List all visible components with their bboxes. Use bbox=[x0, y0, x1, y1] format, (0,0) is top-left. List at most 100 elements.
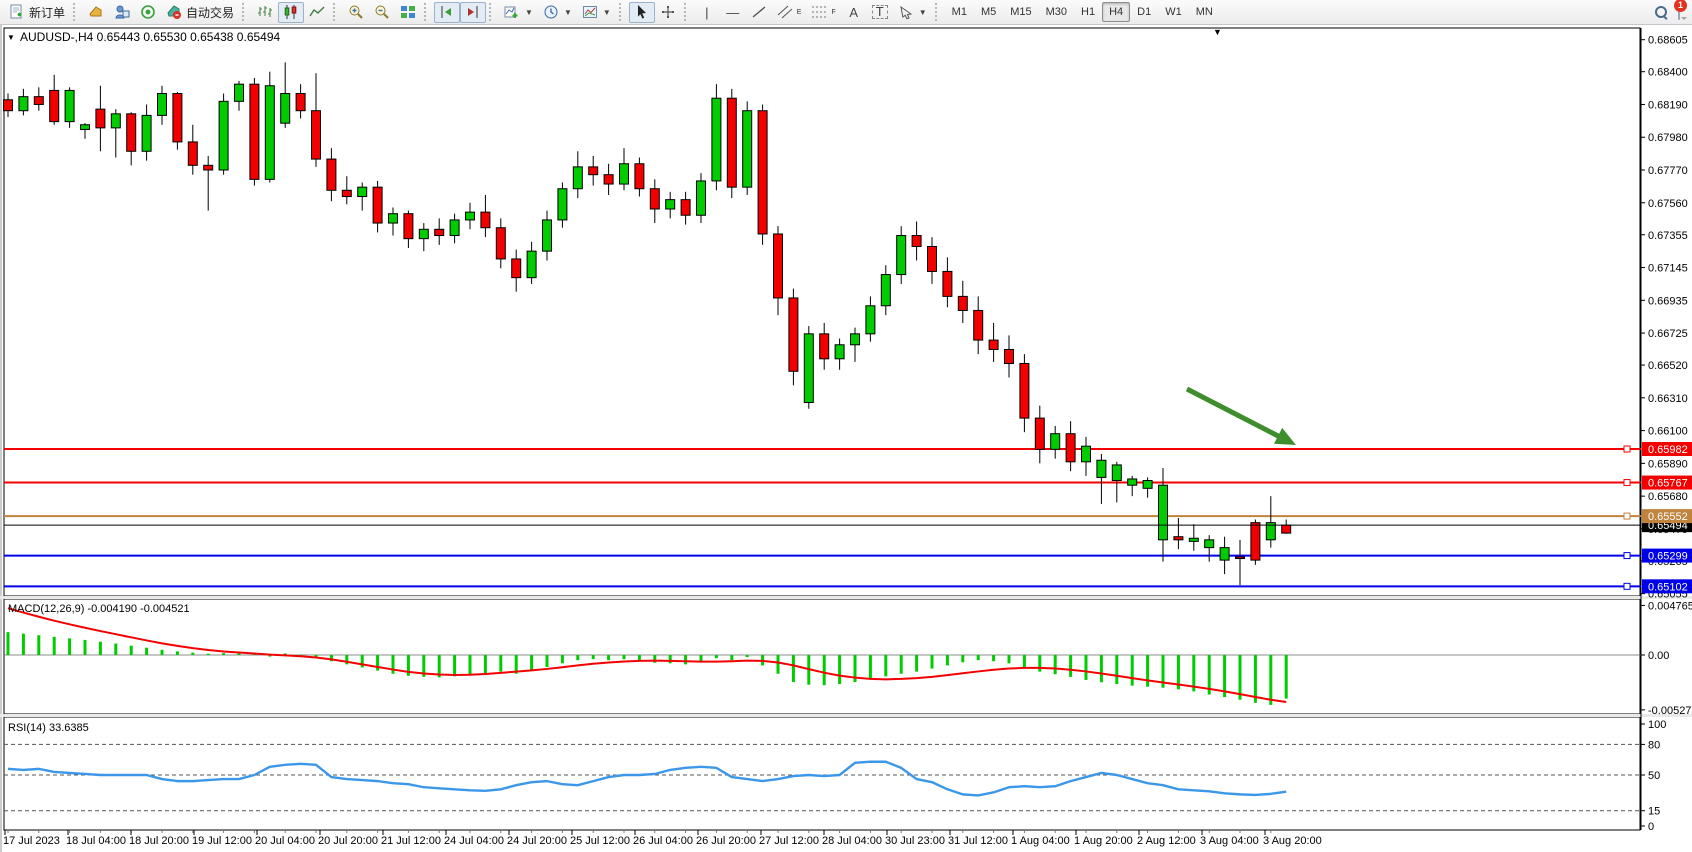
cursor-tool-button[interactable] bbox=[629, 2, 655, 23]
price-tick-label: 0.65890 bbox=[1648, 458, 1688, 470]
main-toolbar: 新订单 自动交易 ▼ ▼ ▼ | — E F A T bbox=[0, 0, 1692, 25]
time-axis-label: 18 Jul 20:00 bbox=[129, 835, 189, 847]
timeframe-button-m5[interactable]: M5 bbox=[974, 2, 1003, 22]
new-order-label: 新订单 bbox=[29, 4, 65, 21]
pane-splitter[interactable] bbox=[0, 714, 1692, 717]
candle bbox=[712, 84, 721, 190]
price-chart-canvas[interactable]: 0.686050.684000.681900.679800.677700.675… bbox=[0, 25, 1692, 852]
crosshair-tool-button[interactable] bbox=[655, 2, 681, 23]
pane-splitter[interactable] bbox=[0, 596, 1692, 599]
timeframe-button-h4[interactable]: H4 bbox=[1102, 2, 1130, 22]
chart-window[interactable]: 0.686050.684000.681900.679800.677700.675… bbox=[0, 25, 1692, 852]
level-price-label: 0.65767 bbox=[1648, 478, 1688, 490]
line-chart-type-button[interactable] bbox=[304, 2, 330, 23]
auto-scroll-button[interactable] bbox=[460, 2, 486, 23]
timeframe-button-d1[interactable]: D1 bbox=[1130, 2, 1158, 22]
horizontal-line-icon: — bbox=[725, 5, 741, 20]
macd-axis-label: -0.005276 bbox=[1648, 705, 1692, 717]
fibonacci-tool-button[interactable]: F bbox=[806, 2, 840, 23]
candle bbox=[743, 101, 752, 195]
zoom-out-icon bbox=[374, 4, 390, 20]
navigator-button[interactable] bbox=[135, 2, 161, 23]
line-chart-icon bbox=[309, 4, 325, 20]
market-watch-icon bbox=[88, 4, 104, 20]
dropdown-caret-icon: ▼ bbox=[525, 8, 533, 17]
timeframe-button-m30[interactable]: M30 bbox=[1039, 2, 1074, 22]
candle bbox=[65, 87, 74, 128]
add-indicator-icon bbox=[504, 4, 520, 20]
time-axis-label: 3 Aug 04:00 bbox=[1200, 835, 1259, 847]
zoom-in-button[interactable] bbox=[343, 2, 369, 23]
candle bbox=[265, 72, 274, 183]
arrows-tool-button[interactable]: ▼ bbox=[893, 2, 932, 23]
zoom-out-button[interactable] bbox=[369, 2, 395, 23]
price-tick-label: 0.67145 bbox=[1648, 263, 1688, 275]
toolbar-gripper bbox=[935, 3, 942, 21]
mt4-terminal-window: { "toolbar": { "new_order_label": "新订单",… bbox=[0, 0, 1692, 852]
horizontal-line-tool-button[interactable]: — bbox=[720, 2, 746, 23]
fibonacci-icon bbox=[811, 4, 827, 20]
chart-title-collapse-icon[interactable]: ▼ bbox=[7, 33, 15, 42]
time-axis-label: 2 Aug 12:00 bbox=[1137, 835, 1196, 847]
macd-label: MACD(12,26,9) -0.004190 -0.004521 bbox=[8, 603, 190, 615]
time-axis-label: 31 Jul 12:00 bbox=[948, 835, 1008, 847]
notifications-button[interactable]: 1 bbox=[1678, 5, 1680, 19]
candlestick-chart-icon bbox=[283, 4, 299, 20]
price-tick-label: 0.66520 bbox=[1648, 360, 1688, 372]
fibonacci-sub-label: F bbox=[831, 9, 835, 16]
market-watch-button[interactable] bbox=[83, 2, 109, 23]
channel-icon bbox=[777, 4, 793, 20]
timeframe-button-m1[interactable]: M1 bbox=[945, 2, 974, 22]
line-handle[interactable] bbox=[1624, 446, 1630, 452]
equidistant-channel-tool-button[interactable]: E bbox=[772, 2, 807, 23]
auto-trading-label: 自动交易 bbox=[186, 4, 234, 21]
toolbar-gripper bbox=[619, 3, 626, 21]
price-tick-label: 0.67770 bbox=[1648, 165, 1688, 177]
price-tick-label: 0.67980 bbox=[1648, 132, 1688, 144]
text-label-icon: T bbox=[872, 5, 888, 19]
time-axis-label: 1 Aug 20:00 bbox=[1074, 835, 1133, 847]
templates-menu-button[interactable]: ▼ bbox=[577, 2, 616, 23]
vertical-line-tool-button[interactable]: | bbox=[694, 2, 720, 23]
timeframe-button-mn[interactable]: MN bbox=[1189, 2, 1220, 22]
timeframe-button-m15[interactable]: M15 bbox=[1003, 2, 1038, 22]
chart-title: AUDUSD-,H4 0.65443 0.65530 0.65438 0.654… bbox=[20, 30, 281, 44]
time-axis-label: 20 Jul 20:00 bbox=[318, 835, 378, 847]
tile-windows-button[interactable] bbox=[395, 2, 421, 23]
candle bbox=[727, 89, 736, 198]
line-handle[interactable] bbox=[1624, 553, 1630, 559]
price-tick-label: 0.68605 bbox=[1648, 35, 1688, 47]
rsi-axis-label: 15 bbox=[1648, 806, 1660, 818]
candle bbox=[250, 78, 259, 186]
rsi-label: RSI(14) 33.6385 bbox=[8, 722, 89, 734]
vertical-line-icon: | bbox=[699, 5, 715, 20]
time-axis-label: 1 Aug 04:00 bbox=[1011, 835, 1070, 847]
text-tool-icon: A bbox=[846, 5, 862, 20]
text-label-tool-button[interactable]: T bbox=[867, 2, 893, 23]
auto-trading-button[interactable]: 自动交易 bbox=[161, 2, 239, 23]
indicators-menu-button[interactable]: ▼ bbox=[499, 2, 538, 23]
trendline-tool-button[interactable] bbox=[746, 2, 772, 23]
time-axis-label: 3 Aug 20:00 bbox=[1263, 835, 1322, 847]
periods-menu-button[interactable]: ▼ bbox=[538, 2, 577, 23]
search-icon[interactable] bbox=[1655, 6, 1668, 19]
text-tool-button[interactable]: A bbox=[841, 2, 867, 23]
data-window-button[interactable] bbox=[109, 2, 135, 23]
price-tick-label: 0.67560 bbox=[1648, 198, 1688, 210]
chart-shift-button[interactable] bbox=[434, 2, 460, 23]
bar-chart-type-button[interactable] bbox=[252, 2, 278, 23]
timeframe-button-h1[interactable]: H1 bbox=[1074, 2, 1102, 22]
timeframe-button-w1[interactable]: W1 bbox=[1158, 2, 1189, 22]
level-price-label: 0.65982 bbox=[1648, 444, 1688, 456]
candlestick-chart-type-button[interactable] bbox=[278, 2, 304, 23]
candle bbox=[1251, 520, 1260, 565]
dropdown-caret-icon: ▼ bbox=[603, 8, 611, 17]
dropdown-caret-icon: ▼ bbox=[919, 8, 927, 17]
price-tick-label: 0.66725 bbox=[1648, 328, 1688, 340]
new-order-button[interactable]: 新订单 bbox=[4, 2, 70, 23]
chart-menu-triangle[interactable]: ▼ bbox=[1213, 27, 1222, 37]
line-handle[interactable] bbox=[1624, 513, 1630, 519]
time-axis-label: 25 Jul 12:00 bbox=[570, 835, 630, 847]
line-handle[interactable] bbox=[1624, 583, 1630, 589]
line-handle[interactable] bbox=[1624, 480, 1630, 486]
